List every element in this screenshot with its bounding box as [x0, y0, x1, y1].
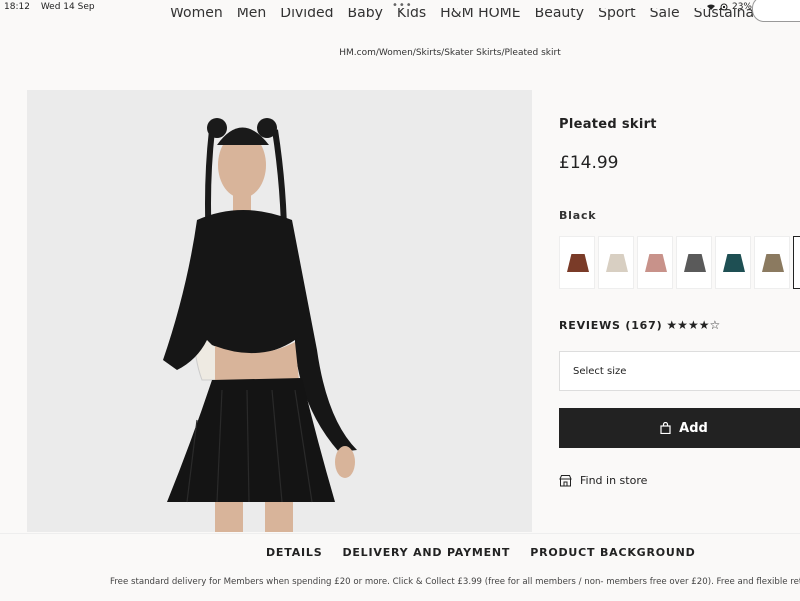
store-icon [559, 475, 572, 487]
color-swatch[interactable] [715, 236, 751, 289]
size-select-placeholder: Select size [573, 366, 627, 377]
tab-delivery-and-payment[interactable]: DELIVERY AND PAYMENT [342, 546, 510, 559]
swatch-skirt-thumbnail [684, 254, 706, 272]
size-select[interactable]: Select size [559, 351, 800, 391]
delivery-note: Free standard delivery for Members when … [110, 577, 800, 587]
find-in-store-label: Find in store [580, 474, 648, 487]
selected-color-name: Black [559, 209, 597, 222]
star-filled-icon: ★ [666, 318, 678, 332]
add-to-bag-button[interactable]: Add [559, 408, 800, 448]
swatch-skirt-thumbnail [762, 254, 784, 272]
star-filled-icon: ★ [698, 318, 710, 332]
nav-search-pill[interactable] [752, 0, 800, 22]
color-swatch[interactable] [676, 236, 712, 289]
bag-icon [660, 422, 671, 434]
bottom-info-bar: DETAILS DELIVERY AND PAYMENT PRODUCT BACKG… [0, 533, 800, 601]
star-empty-icon: ☆ [709, 318, 721, 332]
model-photo [27, 90, 532, 532]
color-swatch[interactable] [637, 236, 673, 289]
tab-product-background[interactable]: PRODUCT BACKGROUND [530, 546, 695, 559]
breadcrumb[interactable]: HM.com/Women/Skirts/Skater Skirts/Pleate… [0, 48, 800, 58]
status-time: 18:12 [4, 2, 30, 12]
bottom-tabs: DETAILS DELIVERY AND PAYMENT PRODUCT BACKG… [266, 546, 696, 559]
color-swatches [559, 236, 800, 289]
rating-stars: ★★★★☆ [666, 318, 720, 332]
color-swatch[interactable] [559, 236, 595, 289]
tab-details[interactable]: DETAILS [266, 546, 322, 559]
star-filled-icon: ★ [687, 318, 699, 332]
swatch-skirt-thumbnail [606, 254, 628, 272]
find-in-store-link[interactable]: Find in store [559, 474, 647, 487]
reviews-label: REVIEWS (167) [559, 318, 663, 332]
swatch-skirt-thumbnail [645, 254, 667, 272]
color-swatch[interactable] [754, 236, 790, 289]
status-date: Wed 14 Sep [40, 2, 95, 12]
color-swatch[interactable] [598, 236, 634, 289]
swatch-skirt-thumbnail [567, 254, 589, 272]
color-swatch[interactable] [793, 236, 800, 289]
swatch-skirt-thumbnail [723, 254, 745, 272]
product-price: £14.99 [559, 153, 619, 173]
add-button-label: Add [679, 420, 708, 436]
reviews-link[interactable]: REVIEWS (167) ★★★★☆ [559, 318, 720, 332]
product-image[interactable] [27, 90, 532, 532]
star-filled-icon: ★ [677, 318, 688, 332]
product-title: Pleated skirt [559, 117, 657, 132]
